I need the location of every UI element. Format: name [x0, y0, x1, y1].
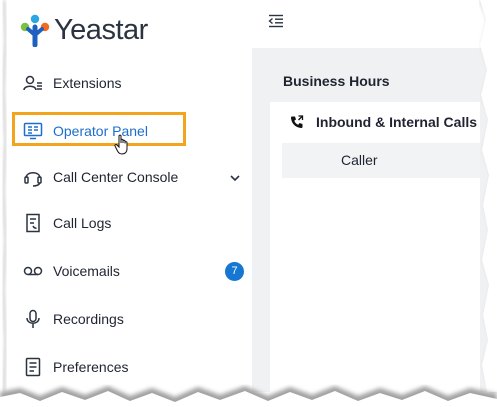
card-header[interactable]: Inbound & Internal Calls: [290, 114, 477, 130]
call-logs-icon: [22, 212, 44, 234]
card-header-label: Inbound & Internal Calls: [316, 114, 478, 130]
caller-column-header: Caller: [341, 152, 378, 168]
sidebar-item-recordings[interactable]: Recordings: [22, 305, 244, 333]
brand-name: Yeastar: [54, 13, 148, 46]
sidebar-item-label: Extensions: [53, 75, 122, 91]
hand-cursor-icon: [114, 134, 132, 161]
sidebar-item-voicemails[interactable]: Voicemails 7: [22, 257, 244, 285]
table-header-row: [282, 143, 480, 178]
sidebar-item-label: Call Logs: [53, 215, 112, 231]
collapse-menu-icon[interactable]: [268, 14, 284, 33]
voicemail-count-badge: 7: [225, 261, 244, 281]
sidebar-item-extensions[interactable]: Extensions: [22, 69, 244, 97]
sidebar: Yeastar Extensions Operator Panel Call C…: [6, 0, 252, 392]
sidebar-item-preferences[interactable]: Preferences: [22, 353, 244, 381]
sidebar-item-call-logs[interactable]: Call Logs: [22, 209, 244, 237]
yeastar-logo-icon: [20, 14, 50, 47]
preferences-icon: [22, 356, 44, 378]
extensions-icon: [22, 72, 44, 94]
sidebar-item-call-center-console[interactable]: Call Center Console: [22, 163, 244, 191]
highlight-box: [12, 112, 186, 146]
microphone-icon: [22, 308, 44, 330]
main-header: [252, 0, 497, 48]
screenshot-frame: Yeastar Extensions Operator Panel Call C…: [0, 0, 497, 407]
sidebar-item-label: Recordings: [53, 311, 124, 327]
sidebar-item-label: Voicemails: [53, 263, 120, 279]
sidebar-item-label: Call Center Console: [53, 169, 179, 185]
section-title: Business Hours: [283, 73, 390, 89]
chevron-down-icon[interactable]: [230, 169, 240, 185]
headset-icon: [22, 166, 44, 188]
brand-logo[interactable]: Yeastar: [20, 10, 148, 50]
sidebar-item-label: Preferences: [53, 359, 129, 375]
phone-icon: [290, 115, 304, 129]
voicemail-icon: [22, 260, 44, 282]
